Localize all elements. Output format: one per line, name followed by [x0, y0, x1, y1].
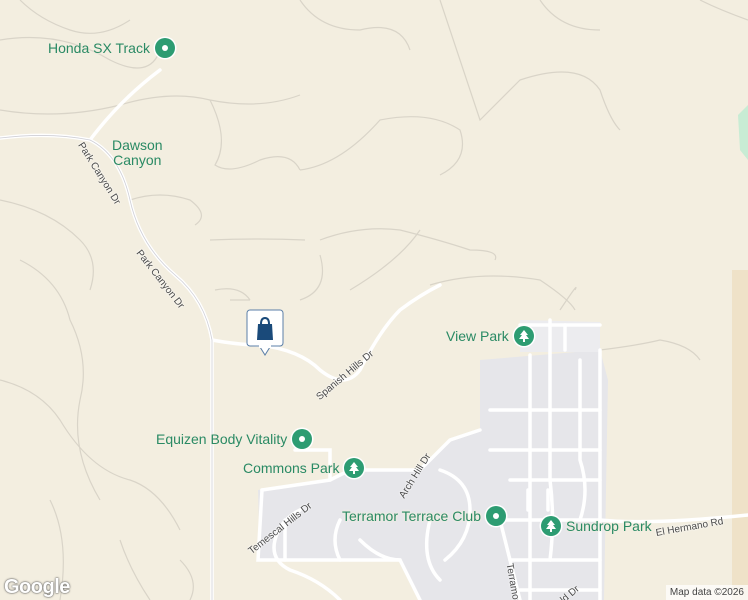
location-marker[interactable]: [246, 309, 284, 357]
area-label-line2: Canyon: [113, 152, 162, 168]
tree-icon: [541, 516, 561, 536]
area-label-dawson-canyon: Dawson Canyon: [112, 138, 163, 168]
google-logo[interactable]: Google: [4, 576, 70, 599]
tree-icon: [344, 458, 365, 478]
poi-equizen[interactable]: Equizen Body Vitality: [156, 429, 313, 449]
poi-label: Commons Park: [243, 460, 340, 476]
poi-commons-park[interactable]: Commons Park: [243, 458, 365, 478]
map-attribution[interactable]: Map data ©2026: [665, 585, 748, 600]
poi-label: Equizen Body Vitality: [156, 431, 288, 447]
poi-label: Terramor Terrace Club: [342, 508, 482, 524]
poi-label: Honda SX Track: [48, 40, 150, 56]
area-label-line1: Dawson: [112, 137, 163, 153]
poi-view-park[interactable]: View Park: [446, 326, 534, 346]
poi-honda-sx-track[interactable]: Honda SX Track: [48, 38, 175, 58]
pin-icon: [486, 506, 507, 526]
map-canvas[interactable]: Park Canyon Dr Park Canyon Dr Spanish Hi…: [0, 0, 748, 600]
poi-label: View Park: [446, 328, 509, 344]
shopping-bag-icon: [246, 309, 284, 356]
tree-icon: [513, 326, 534, 346]
poi-label: Sundrop Park: [566, 518, 652, 534]
poi-terramor-terrace-club[interactable]: Terramor Terrace Club: [342, 506, 507, 526]
poi-sundrop-park[interactable]: Sundrop Park: [541, 516, 652, 536]
pin-icon: [154, 38, 175, 58]
pin-icon: [292, 429, 313, 449]
